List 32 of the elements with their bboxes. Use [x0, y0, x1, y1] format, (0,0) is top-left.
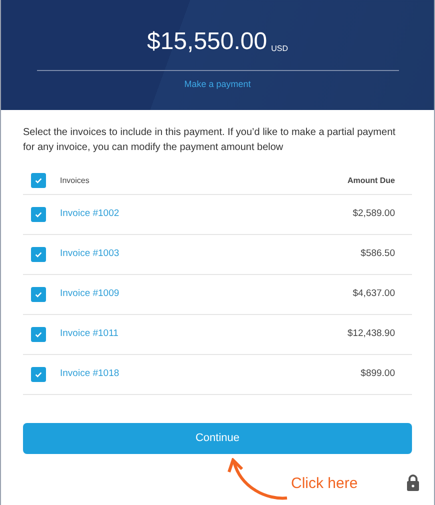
invoice-link[interactable]: Invoice #1018: [60, 367, 347, 382]
amount-due: $4,637.00: [352, 287, 395, 302]
make-payment-link[interactable]: Make a payment: [184, 78, 251, 92]
annotation-text: Click here: [291, 474, 358, 494]
checkbox[interactable]: [31, 247, 46, 262]
amount-due: $899.00: [360, 367, 395, 382]
checkbox[interactable]: [31, 173, 46, 188]
column-header: Invoices: [60, 174, 90, 186]
checkmark-icon: [34, 330, 43, 339]
invoice-link[interactable]: Invoice #1003: [60, 247, 347, 262]
checkbox[interactable]: [31, 367, 46, 382]
payment-amount: $15,550.00: [146, 30, 268, 54]
column-header: Amount Due: [347, 174, 395, 186]
amount-due: $2,589.00: [352, 207, 395, 222]
continue-button[interactable]: Continue: [23, 423, 412, 454]
checkbox[interactable]: [31, 327, 46, 342]
checkmark-icon: [34, 250, 43, 259]
invoice-link[interactable]: Invoice #1002: [60, 207, 339, 222]
invoice-link[interactable]: Invoice #1011: [60, 327, 334, 342]
arrow-icon: [227, 458, 289, 502]
checkmark-icon: [34, 370, 43, 379]
amount-due: $586.50: [360, 247, 395, 262]
checkmark-icon: [34, 290, 43, 299]
lock-icon: [406, 474, 420, 491]
checkmark-icon: [34, 176, 43, 185]
invoice-link[interactable]: Invoice #1009: [60, 287, 339, 302]
checkbox[interactable]: [31, 287, 46, 302]
instructions-text: Select the invoices to include in this payment. If you’d like to make a partial payment for any invoice, you can modify the payment amount below: [22, 126, 396, 155]
currency-label: USD: [271, 45, 288, 53]
checkbox[interactable]: [31, 207, 46, 222]
amount-due: $12,438.90: [347, 327, 395, 342]
checkmark-icon: [34, 210, 43, 219]
